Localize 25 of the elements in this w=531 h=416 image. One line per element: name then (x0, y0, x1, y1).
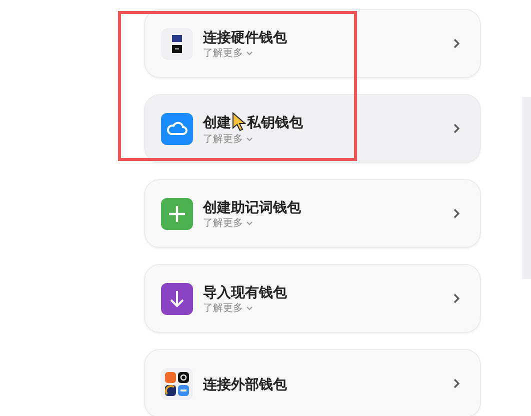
chevron-right-icon (453, 38, 460, 49)
caret-icon (246, 50, 253, 56)
chevron-right-icon (453, 378, 460, 389)
hardware-wallet-icon (161, 28, 193, 60)
plus-icon (161, 198, 193, 230)
option-title: 创建 (203, 112, 231, 130)
option-title: 连接硬件钱包 (203, 28, 287, 46)
chevron-right-icon (453, 208, 460, 219)
caret-icon (246, 136, 253, 142)
chevron-right-icon (453, 123, 460, 134)
wallet-apps-icon (161, 368, 193, 400)
wallet-option-card[interactable]: 导入现有钱包 了解更多 (144, 264, 481, 333)
wallet-option-card[interactable]: 创建助记词钱包 了解更多 (144, 179, 481, 248)
wallet-option-card[interactable]: 连接硬件钱包 了解更多 (144, 9, 481, 78)
wallet-option-card[interactable]: 创建 私钥钱包 了解更多 (144, 94, 481, 163)
option-title: 私钥钱包 (247, 112, 303, 130)
mouse-pointer-icon (231, 112, 247, 132)
wallet-option-card[interactable]: 连接外部钱包 (144, 349, 481, 416)
option-title: 连接外部钱包 (203, 374, 287, 392)
caret-icon (246, 306, 253, 310)
cloud-icon (161, 112, 193, 144)
option-title: 创建助记词钱包 (203, 198, 301, 216)
option-title: 导入现有钱包 (203, 282, 287, 300)
caret-icon (246, 220, 253, 226)
chevron-right-icon (453, 293, 460, 304)
